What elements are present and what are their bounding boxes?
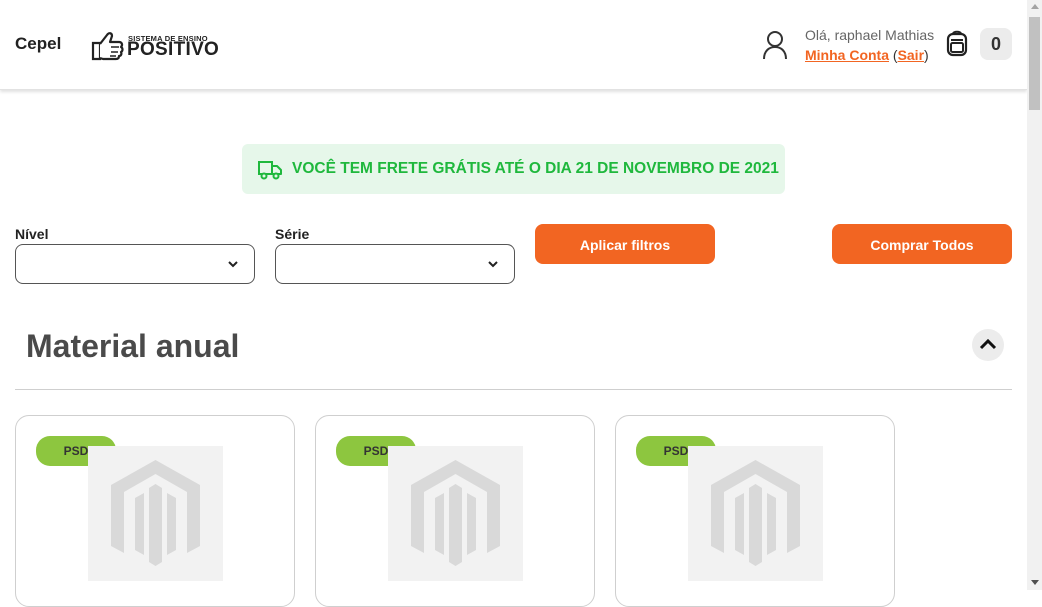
buy-all-button[interactable]: Comprar Todos	[832, 224, 1012, 264]
product-card[interactable]: PSD	[15, 415, 295, 607]
chevron-down-icon	[228, 261, 238, 268]
magento-placeholder-icon	[111, 460, 200, 566]
collapse-section-button[interactable]	[972, 329, 1004, 361]
apply-filters-button[interactable]: Aplicar filtros	[535, 224, 715, 264]
section-divider	[15, 389, 1012, 390]
free-shipping-banner: VOCÊ TEM FRETE GRÁTIS ATÉ O DIA 21 DE NO…	[242, 144, 785, 194]
product-image-placeholder	[88, 446, 223, 581]
scroll-up-arrow-icon[interactable]	[1031, 4, 1039, 9]
magento-placeholder-icon	[711, 460, 800, 566]
nivel-select[interactable]	[15, 244, 255, 284]
product-image-placeholder	[388, 446, 523, 581]
account-links: Minha Conta (Sair)	[805, 47, 929, 63]
backpack-icon[interactable]	[946, 29, 968, 57]
site-header: Cepel SISTEMA DE ENSINO POSITIVO Olá, ra…	[0, 0, 1027, 90]
banner-text: VOCÊ TEM FRETE GRÁTIS ATÉ O DIA 21 DE NO…	[292, 160, 779, 177]
scroll-down-arrow-icon[interactable]	[1031, 580, 1039, 585]
positivo-logo[interactable]: SISTEMA DE ENSINO POSITIVO	[90, 28, 219, 62]
paren-close: )	[924, 47, 929, 63]
page-scrollbar[interactable]	[1027, 0, 1042, 590]
cart-count-badge[interactable]: 0	[980, 28, 1012, 60]
my-account-link[interactable]: Minha Conta	[805, 47, 889, 63]
product-card[interactable]: PSD	[615, 415, 895, 607]
scroll-thumb[interactable]	[1029, 17, 1040, 110]
magento-placeholder-icon	[411, 460, 500, 566]
chevron-up-icon	[979, 338, 997, 350]
logout-link[interactable]: Sair	[898, 47, 924, 63]
truck-icon	[258, 161, 282, 180]
logo-wordmark: POSITIVO	[127, 39, 220, 60]
nivel-label: Nível	[15, 226, 49, 242]
serie-select[interactable]	[275, 244, 515, 284]
section-title: Material anual	[26, 328, 240, 364]
chevron-down-icon	[488, 261, 498, 268]
user-greeting: Olá, raphael Mathias	[805, 27, 935, 43]
user-icon[interactable]	[762, 30, 788, 60]
thumbs-up-logo-icon	[91, 32, 124, 61]
school-name: Cepel	[15, 34, 62, 53]
product-image-placeholder	[688, 446, 823, 581]
serie-label: Série	[275, 226, 310, 242]
product-card[interactable]: PSD	[315, 415, 595, 607]
